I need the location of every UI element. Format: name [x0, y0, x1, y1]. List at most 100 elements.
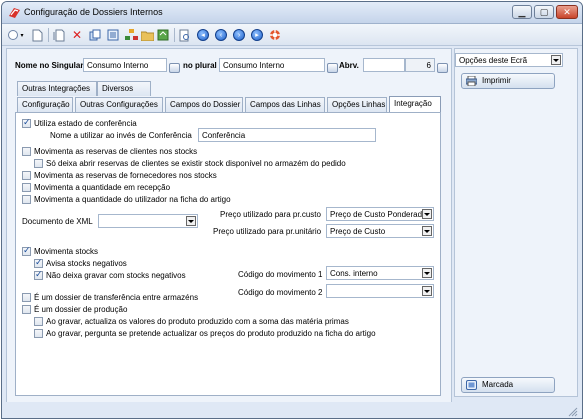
cost-price-select[interactable]: Preço de Custo Ponderad	[326, 207, 434, 221]
first-icon: ◂	[197, 29, 209, 41]
abrv-lookup-button[interactable]	[437, 63, 448, 73]
chevron-down-icon	[422, 268, 432, 278]
resize-grip-icon[interactable]	[568, 407, 578, 417]
toolbar-separator	[48, 28, 49, 42]
update-values-checkbox[interactable]	[34, 317, 43, 326]
singular-lookup-button[interactable]	[169, 63, 180, 73]
conference-label: Utiliza estado de conferência	[34, 119, 137, 128]
list-button[interactable]	[106, 28, 120, 42]
conference-name-input[interactable]: Conferência	[198, 128, 376, 142]
printer-icon	[466, 76, 477, 86]
minimize-icon: ▁	[518, 6, 526, 17]
delete-button[interactable]: ✕	[70, 28, 84, 42]
org-chart-button[interactable]	[124, 28, 138, 42]
side-panel: Opções deste Ecrã Imprimir Marcada	[454, 48, 578, 397]
client-reservations-label: Movimenta as reservas de clientes nos st…	[34, 147, 198, 156]
transfer-dossier-checkbox[interactable]	[22, 293, 31, 302]
last-record-button[interactable]: ▸	[250, 28, 264, 42]
plural-name-input[interactable]: Consumo Interno	[219, 58, 325, 72]
folder-button[interactable]	[140, 28, 154, 42]
new-document-icon	[32, 29, 42, 41]
plural-label: no plural	[183, 61, 217, 70]
user-qty-label: Movimenta a quantidade do utilizador na …	[34, 195, 231, 204]
block-negative-label: Não deixa gravar com stocks negativos	[46, 271, 186, 280]
list-icon	[107, 29, 119, 41]
tab-campos-das-linhas[interactable]: Campos das Linhas	[245, 97, 325, 112]
movement-code-1-label: Código do movimento 1	[238, 270, 323, 279]
abrv-number: 6	[405, 58, 435, 72]
conference-checkbox[interactable]	[22, 117, 31, 128]
tab-outras-configuracoes[interactable]: Outras Configurações	[75, 97, 163, 112]
move-stock-checkbox[interactable]	[22, 245, 31, 256]
duplicate-button[interactable]	[88, 28, 102, 42]
singular-name-input[interactable]: Consumo Interno	[83, 58, 167, 72]
production-dossier-checkbox[interactable]	[22, 305, 31, 314]
abrv-input[interactable]	[363, 58, 405, 72]
help-button[interactable]	[268, 28, 282, 42]
user-qty-checkbox[interactable]	[22, 195, 31, 204]
refresh-button[interactable]	[156, 28, 170, 42]
warn-negative-label: Avisa stocks negativos	[46, 259, 127, 268]
tab-outras-integracoes[interactable]: Outras Integrações	[17, 81, 97, 96]
movement-code-2-select[interactable]	[326, 284, 434, 298]
tab-configuracao[interactable]: Configuração	[17, 97, 73, 112]
update-values-label: Ao gravar, actualiza os valores do produ…	[46, 317, 349, 326]
client-reservations-checkbox[interactable]	[22, 147, 31, 156]
bookmark-button[interactable]: Marcada	[461, 377, 555, 393]
dropdown-arrow-button[interactable]: ▾	[18, 28, 26, 42]
unit-price-select-value: Preço de Custo	[330, 227, 386, 236]
delete-x-icon: ✕	[71, 28, 83, 42]
ask-update-prices-checkbox[interactable]	[34, 329, 43, 338]
tab-diversos[interactable]: Diversos	[97, 81, 151, 96]
client-reservations-stock-checkbox[interactable]	[34, 159, 43, 168]
maximize-icon: ▢	[539, 6, 549, 17]
duplicate-icon	[89, 29, 101, 41]
new-button[interactable]	[30, 28, 44, 42]
block-negative-checkbox[interactable]	[34, 269, 43, 280]
transfer-dossier-label: É um dossier de transferência entre arma…	[34, 293, 199, 302]
next-icon: ›	[233, 29, 245, 41]
circle-icon	[8, 30, 18, 40]
tab-integracao[interactable]: Integração	[389, 96, 441, 113]
previous-record-button[interactable]: ‹	[214, 28, 228, 42]
supplier-reservations-checkbox[interactable]	[22, 171, 31, 180]
tab-opcoes-linhas[interactable]: Opções Linhas	[327, 97, 387, 112]
xml-select[interactable]	[98, 214, 198, 228]
chevron-down-icon	[186, 216, 196, 226]
toolbar-separator	[174, 28, 175, 42]
folder-icon	[140, 31, 154, 41]
maximize-button[interactable]: ▢	[534, 5, 554, 19]
first-record-button[interactable]: ◂	[196, 28, 210, 42]
reception-qty-label: Movimenta a quantidade em recepção	[34, 183, 171, 192]
print-label: Imprimir	[482, 76, 511, 85]
window-title: Configuração de Dossiers Internos	[24, 7, 163, 17]
close-window-button[interactable]: ✕	[556, 5, 578, 19]
chevron-down-icon	[551, 55, 561, 65]
preview-button[interactable]	[178, 28, 192, 42]
app-logo-icon	[9, 8, 20, 18]
warn-negative-checkbox[interactable]	[34, 257, 43, 268]
chevron-down-icon	[422, 226, 432, 236]
screen-options-select[interactable]: Opções deste Ecrã	[455, 53, 563, 67]
reception-qty-checkbox[interactable]	[22, 183, 31, 192]
screen-options-value: Opções deste Ecrã	[459, 56, 528, 65]
plural-lookup-button[interactable]	[327, 63, 338, 73]
copy-button[interactable]	[52, 28, 66, 42]
bookmark-icon	[466, 380, 477, 390]
tab-campos-do-dossier[interactable]: Campos do Dossier	[165, 97, 243, 112]
ask-update-prices-label: Ao gravar, pergunta se pretende actualiz…	[46, 329, 376, 338]
print-button[interactable]: Imprimir	[461, 73, 555, 89]
minimize-button[interactable]: ▁	[512, 5, 532, 19]
title-bar: Configuração de Dossiers Internos ▁ ▢ ✕	[2, 2, 582, 24]
next-record-button[interactable]: ›	[232, 28, 246, 42]
unit-price-select[interactable]: Preço de Custo	[326, 224, 434, 238]
refresh-icon	[157, 29, 169, 41]
singular-label: Nome no Singular	[15, 61, 84, 70]
help-lifebuoy-icon	[270, 30, 280, 40]
xml-label: Documento de XML	[22, 217, 93, 226]
preview-icon	[179, 29, 189, 41]
chevron-down-icon: ▾	[20, 32, 24, 39]
move-stock-label: Movimenta stocks	[34, 247, 99, 256]
movement-code-1-select[interactable]: Cons. interno	[326, 266, 434, 280]
previous-icon: ‹	[215, 29, 227, 41]
